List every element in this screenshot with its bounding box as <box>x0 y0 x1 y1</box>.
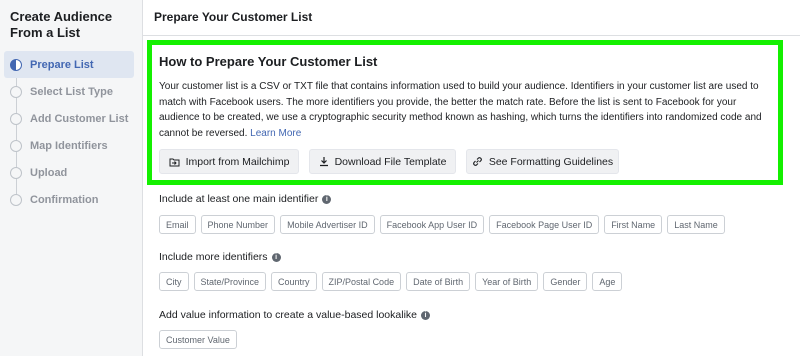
step-circle-icon <box>10 193 22 206</box>
chip-mobile-advertiser-id: Mobile Advertiser ID <box>280 215 375 234</box>
step-map-identifiers[interactable]: Map Identifiers <box>0 132 142 159</box>
button-label: See Formatting Guidelines <box>488 155 614 168</box>
step-circle-icon <box>10 112 22 125</box>
chip-age: Age <box>592 272 623 291</box>
chip-customer-value: Customer Value <box>159 330 237 349</box>
step-circle-icon <box>10 139 22 152</box>
chip-zip-postal-code: ZIP/Postal Code <box>321 272 402 291</box>
card-description: Your customer list is a CSV or TXT file … <box>159 79 769 141</box>
chip-first-name: First Name <box>604 215 663 234</box>
info-icon[interactable]: i <box>271 252 281 262</box>
more-identifiers-heading: Include more identifiers i <box>159 251 281 263</box>
step-list: Prepare List Select List Type Add Custom… <box>0 51 142 213</box>
learn-more-link[interactable]: Learn More <box>250 128 301 139</box>
chip-gender: Gender <box>543 272 588 291</box>
main-identifier-heading: Include at least one main identifier i <box>159 193 332 205</box>
step-label: Add Customer List <box>30 112 129 125</box>
step-label: Map Identifiers <box>30 139 108 152</box>
button-label: Download File Template <box>334 155 447 168</box>
step-label: Select List Type <box>30 85 113 98</box>
info-icon[interactable]: i <box>322 194 332 204</box>
card-title: How to Prepare Your Customer List <box>159 54 378 69</box>
import-icon <box>169 158 180 166</box>
step-add-customer-list[interactable]: Add Customer List <box>0 105 142 132</box>
step-label: Confirmation <box>30 193 99 206</box>
button-label: Import from Mailchimp <box>185 155 290 168</box>
chip-city: City <box>159 272 189 291</box>
step-active-icon <box>10 58 22 71</box>
sidebar: Create Audience From a List Prepare List… <box>0 0 143 356</box>
value-info-chips: Customer Value <box>159 330 237 349</box>
main-identifier-label: Include at least one main identifier <box>159 193 319 205</box>
chip-date-of-birth: Date of Birth <box>406 272 471 291</box>
more-identifiers-chips: City State/Province Country ZIP/Postal C… <box>159 272 623 291</box>
step-upload[interactable]: Upload <box>0 159 142 186</box>
step-select-list-type[interactable]: Select List Type <box>0 78 142 105</box>
chip-facebook-app-user-id: Facebook App User ID <box>379 215 485 234</box>
more-identifiers-label: Include more identifiers <box>159 251 268 263</box>
step-prepare-list[interactable]: Prepare List <box>4 51 134 78</box>
link-icon <box>472 157 482 166</box>
formatting-guidelines-button[interactable]: See Formatting Guidelines <box>466 149 619 174</box>
chip-facebook-page-user-id: Facebook Page User ID <box>489 215 600 234</box>
chip-state-province: State/Province <box>193 272 267 291</box>
chip-email: Email <box>159 215 196 234</box>
info-icon[interactable]: i <box>421 310 430 320</box>
step-label: Prepare List <box>30 58 94 71</box>
download-template-button[interactable]: Download File Template <box>309 149 456 174</box>
value-info-heading: Add value information to create a value-… <box>159 309 430 321</box>
import-mailchimp-button[interactable]: Import from Mailchimp <box>159 149 299 174</box>
step-circle-icon <box>10 85 22 98</box>
step-label: Upload <box>30 166 68 179</box>
chip-phone-number: Phone Number <box>200 215 276 234</box>
download-icon <box>319 157 328 167</box>
chip-year-of-birth: Year of Birth <box>475 272 539 291</box>
value-info-label: Add value information to create a value-… <box>159 309 417 321</box>
sidebar-title: Create Audience From a List <box>10 9 113 40</box>
main-identifier-chips: Email Phone Number Mobile Advertiser ID … <box>159 215 725 234</box>
step-circle-icon <box>10 166 22 179</box>
page-title: Prepare Your Customer List <box>143 0 800 36</box>
chip-last-name: Last Name <box>667 215 725 234</box>
step-confirmation[interactable]: Confirmation <box>0 186 142 213</box>
chip-country: Country <box>271 272 317 291</box>
